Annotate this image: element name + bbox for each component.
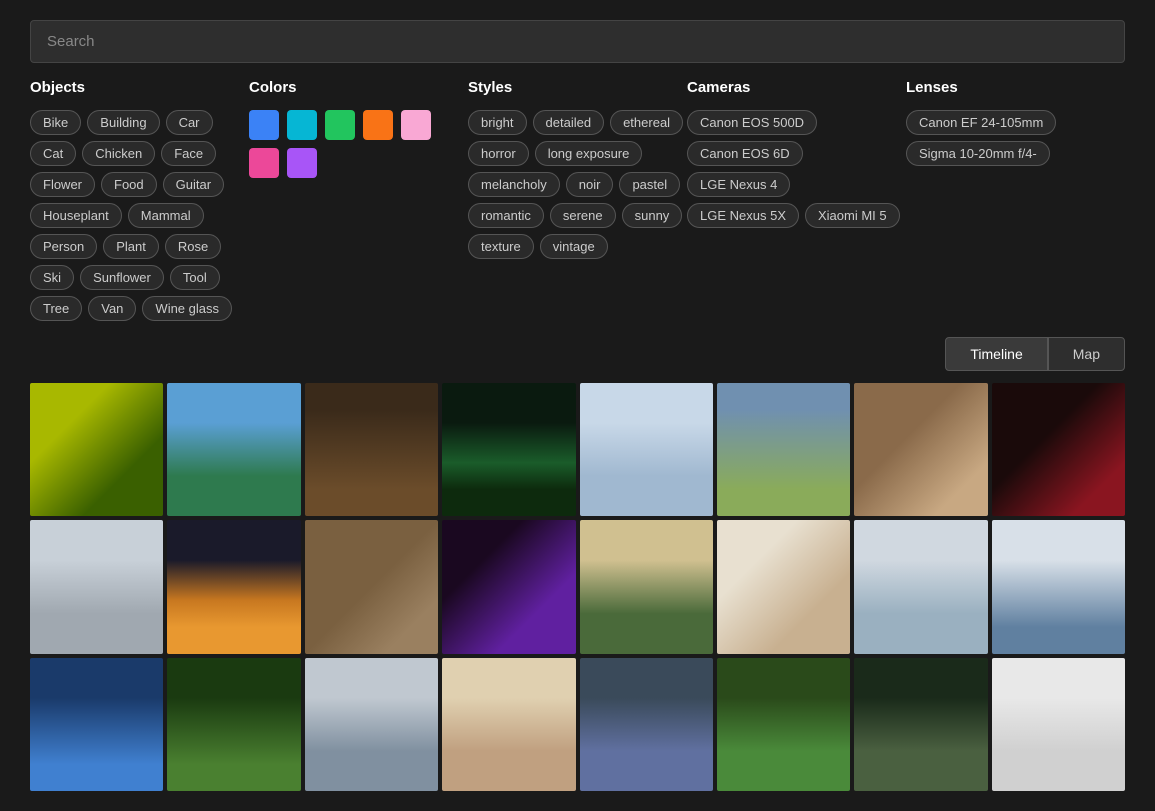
photo-tile[interactable] [30,383,163,516]
object-tag[interactable]: Wine glass [142,296,232,321]
colors-filter: Colors [249,79,468,321]
lens-tag[interactable]: Canon EF 24-105mm [906,110,1056,135]
style-tag[interactable]: texture [468,234,534,259]
style-tag[interactable]: horror [468,141,529,166]
object-tag[interactable]: Car [166,110,213,135]
object-tag[interactable]: Face [161,141,216,166]
cameras-tags: Canon EOS 500D Canon EOS 6D LGE Nexus 4 LGE… [687,110,906,228]
style-tag[interactable]: detailed [533,110,605,135]
color-swatch-hot-pink[interactable] [249,148,279,178]
search-bar [30,20,1125,63]
object-tag[interactable]: Chicken [82,141,155,166]
photo-tile[interactable] [305,383,438,516]
object-tag[interactable]: Bike [30,110,81,135]
styles-tags: brightdetailedethereal horrorlong exposur… [468,110,687,259]
camera-tag[interactable]: Canon EOS 6D [687,141,803,166]
style-tag[interactable]: pastel [619,172,680,197]
camera-tag[interactable]: Canon EOS 500D [687,110,817,135]
object-tag[interactable]: Tool [170,265,220,290]
style-tag[interactable]: bright [468,110,527,135]
lenses-filter: Lenses Canon EF 24-105mm Sigma 10-20mm f/… [906,79,1125,321]
object-tag[interactable]: Person [30,234,97,259]
object-tag[interactable]: Building [87,110,159,135]
photo-grid [0,383,1155,811]
style-tag[interactable]: noir [566,172,614,197]
color-swatch-blue[interactable] [249,110,279,140]
color-swatch-cyan[interactable] [287,110,317,140]
colors-heading: Colors [249,79,468,96]
photo-tile[interactable] [854,658,987,791]
cameras-heading: Cameras [687,79,906,96]
object-tag[interactable]: Cat [30,141,76,166]
lens-tag[interactable]: Sigma 10-20mm f/4- [906,141,1050,166]
object-tag[interactable]: Mammal [128,203,204,228]
photo-tile[interactable] [442,520,575,653]
object-tag[interactable]: Tree [30,296,82,321]
styles-filter: Styles brightdetailedethereal horrorlong … [468,79,687,321]
style-tag[interactable]: melancholy [468,172,560,197]
object-tag[interactable]: Guitar [163,172,224,197]
color-swatches [249,110,468,178]
object-tag[interactable]: Flower [30,172,95,197]
photo-tile[interactable] [717,383,850,516]
object-tag[interactable]: Rose [165,234,221,259]
color-swatch-orange[interactable] [363,110,393,140]
color-swatch-pink[interactable] [401,110,431,140]
photo-tile[interactable] [854,520,987,653]
style-tag[interactable]: vintage [540,234,608,259]
style-tag[interactable]: sunny [622,203,683,228]
object-tag[interactable]: Ski [30,265,74,290]
photo-tile[interactable] [167,658,300,791]
timeline-button[interactable]: Timeline [945,337,1047,371]
camera-tag[interactable]: LGE Nexus 4 [687,172,790,197]
lenses-heading: Lenses [906,79,1125,96]
photo-tile[interactable] [580,520,713,653]
photo-tile[interactable] [30,520,163,653]
photo-tile[interactable] [305,520,438,653]
camera-tag[interactable]: LGE Nexus 5X [687,203,799,228]
photo-tile[interactable] [442,383,575,516]
objects-filter: Objects BikeBuilding Car CatChickenFace Flo… [30,79,249,321]
photo-tile[interactable] [992,658,1125,791]
photo-tile[interactable] [580,658,713,791]
style-tag[interactable]: long exposure [535,141,643,166]
view-toggle: Timeline Map [0,337,1155,383]
object-tag[interactable]: Houseplant [30,203,122,228]
style-tag[interactable]: ethereal [610,110,683,135]
objects-heading: Objects [30,79,249,96]
color-swatch-green[interactable] [325,110,355,140]
photo-tile[interactable] [580,383,713,516]
photo-tile[interactable] [992,383,1125,516]
map-button[interactable]: Map [1048,337,1125,371]
search-input[interactable] [30,20,1125,63]
camera-tag[interactable]: Xiaomi MI 5 [805,203,900,228]
photo-tile[interactable] [305,658,438,791]
photo-tile[interactable] [167,383,300,516]
styles-heading: Styles [468,79,687,96]
photo-tile[interactable] [992,520,1125,653]
filters-section: Objects BikeBuilding Car CatChickenFace Flo… [0,79,1155,337]
object-tag[interactable]: Plant [103,234,159,259]
photo-tile[interactable] [717,658,850,791]
cameras-filter: Cameras Canon EOS 500D Canon EOS 6D LGE Ne… [687,79,906,321]
object-tag[interactable]: Sunflower [80,265,164,290]
photo-tile[interactable] [167,520,300,653]
style-tag[interactable]: serene [550,203,616,228]
color-swatch-purple[interactable] [287,148,317,178]
photo-tile[interactable] [30,658,163,791]
photo-tile[interactable] [717,520,850,653]
style-tag[interactable]: romantic [468,203,544,228]
objects-tags: BikeBuilding Car CatChickenFace FlowerFoodG… [30,110,249,321]
object-tag[interactable]: Van [88,296,136,321]
photo-tile[interactable] [442,658,575,791]
photo-tile[interactable] [854,383,987,516]
lenses-tags: Canon EF 24-105mm Sigma 10-20mm f/4- [906,110,1125,166]
object-tag[interactable]: Food [101,172,157,197]
